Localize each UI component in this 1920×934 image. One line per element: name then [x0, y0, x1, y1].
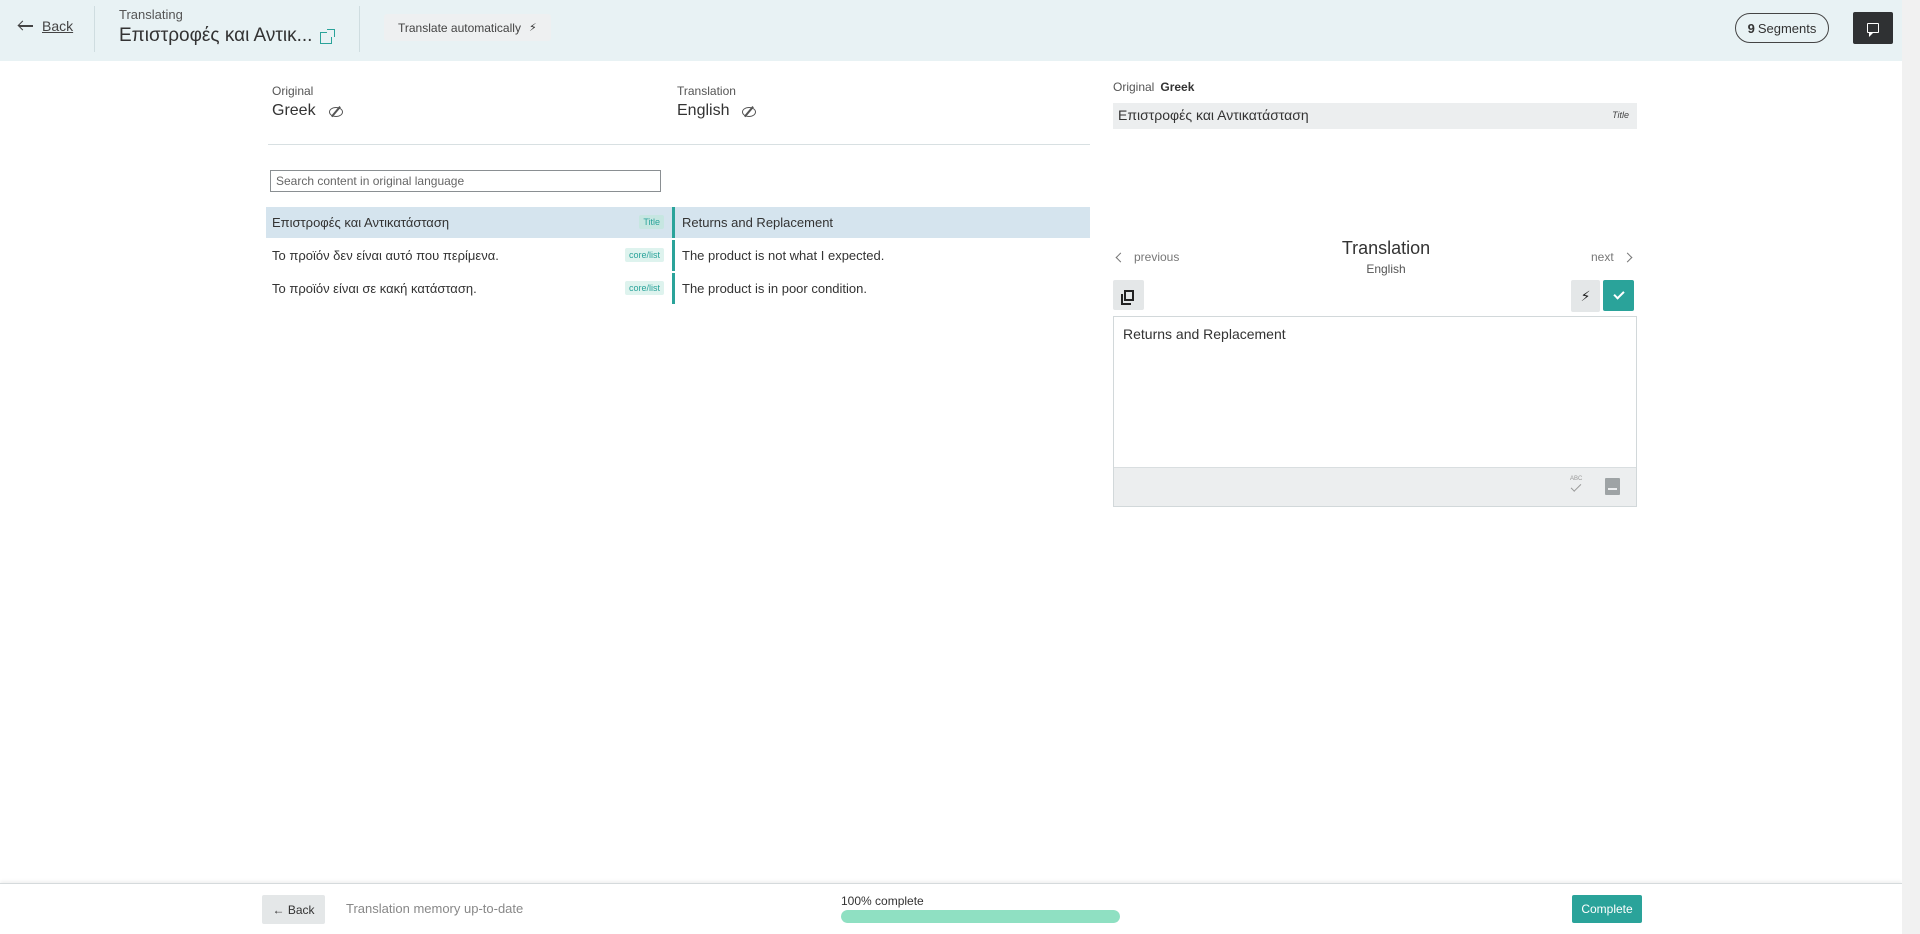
next-button[interactable]: next [1591, 250, 1633, 264]
header-divider-line [268, 144, 1090, 145]
previous-button[interactable]: previous [1115, 250, 1180, 264]
segment-original-text: Επιστροφές και Αντικατάσταση [272, 215, 450, 230]
bottom-bar: ← Back Translation memory up-to-date 100… [0, 883, 1902, 934]
spellcheck-check [1570, 481, 1582, 492]
auto-translate-segment-button[interactable]: ⚡︎ [1571, 280, 1600, 312]
translation-language-name: English [677, 102, 730, 119]
progress-fill [841, 910, 1120, 923]
segments-pill[interactable]: 9 Segments [1735, 13, 1829, 43]
original-language-header: Original Greek [272, 84, 344, 120]
panel-original-box: Επιστροφές και Αντικατάσταση Title [1113, 103, 1637, 129]
segment-tag: Title [639, 215, 664, 229]
translation-editor[interactable]: Returns and Replacement ABC [1113, 316, 1637, 507]
segment-translation: The product is not what I expected. [682, 248, 885, 263]
chevron-right-icon [1622, 252, 1633, 262]
eye-off-icon[interactable] [328, 106, 344, 117]
comments-button[interactable] [1853, 12, 1893, 44]
original-language-name: Greek [272, 102, 316, 119]
segment-translation: The product is in poor condition. [682, 281, 867, 296]
eye-off-icon[interactable] [741, 106, 757, 117]
copy-icon [1120, 289, 1134, 305]
panel-original-kicker: Original [1113, 80, 1155, 94]
copy-original-button[interactable] [1113, 280, 1144, 310]
panel-translation-language: English [1366, 262, 1406, 276]
panel-original-lang: Greek [1160, 80, 1195, 94]
segment-original: Το προϊόν δεν είναι αυτό που περίμενα. c… [266, 240, 672, 271]
header-divider [359, 6, 360, 52]
chat-icon [1867, 23, 1879, 37]
doc-kicker: Translating [119, 7, 183, 22]
editor-toolbar: ABC [1114, 467, 1636, 506]
panel-original-label: Original Greek [1113, 80, 1194, 94]
translation-memory-status: Translation memory up-to-date [346, 901, 524, 916]
original-kicker: Original [272, 84, 314, 98]
original-language: Greek [272, 102, 344, 120]
segment-tag: core/list [624, 281, 664, 295]
check-icon [1612, 288, 1625, 300]
header-divider [94, 6, 95, 52]
search-input[interactable] [270, 170, 661, 192]
segment-original-text: Το προϊόν δεν είναι αυτό που περίμενα. [272, 248, 499, 263]
segment-row[interactable]: Το προϊόν είναι σε κακή κατάσταση. core/… [266, 273, 1090, 304]
doc-title: Επιστροφές και Αντικ... [119, 25, 336, 47]
top-header: Back Translating Επιστροφές και Αντικ...… [0, 0, 1902, 61]
translation-language: English [677, 102, 757, 120]
translate-automatically-label: Translate automatically [398, 20, 521, 35]
previous-label: previous [1134, 250, 1180, 264]
editor-text[interactable]: Returns and Replacement [1123, 326, 1286, 342]
doc-title-text: Επιστροφές και Αντικ... [119, 25, 313, 46]
segments-label: Segments [1757, 20, 1817, 36]
spellcheck-icon[interactable]: ABC [1568, 476, 1584, 496]
translation-kicker: Translation [677, 84, 736, 98]
segment-translation: Returns and Replacement [682, 215, 834, 230]
footer-back-button[interactable]: ← Back [262, 895, 325, 924]
back-link[interactable]: Back [18, 18, 73, 34]
panel-original-text: Επιστροφές και Αντικατάσταση [1118, 107, 1309, 123]
segment-original: Επιστροφές και Αντικατάσταση Title [266, 207, 672, 238]
back-label: Back [42, 18, 74, 34]
bolt-icon: ⚡︎ [1580, 287, 1591, 304]
confirm-button[interactable] [1603, 280, 1634, 311]
translate-automatically-button[interactable]: Translate automatically ⚡︎ [384, 14, 551, 41]
segment-original-text: Το προϊόν είναι σε κακή κατάσταση. [272, 281, 477, 296]
next-label: next [1591, 250, 1614, 264]
translation-language-header: Translation English [677, 84, 757, 120]
segments-count: 9 [1747, 20, 1755, 36]
scrollbar[interactable] [1902, 0, 1920, 934]
arrow-left-icon [18, 21, 34, 31]
progress-label: 100% complete [841, 894, 924, 908]
external-link-icon[interactable] [320, 29, 336, 44]
segment-original: Το προϊόν είναι σε κακή κατάσταση. core/… [266, 273, 672, 304]
complete-button[interactable]: Complete [1572, 895, 1642, 923]
book-icon[interactable] [1605, 478, 1620, 495]
panel-original-tag: Title [1612, 110, 1629, 120]
panel-translation-heading: Translation [1341, 238, 1431, 258]
chevron-left-icon [1115, 252, 1126, 262]
segment-row[interactable]: Επιστροφές και Αντικατάσταση Title Retur… [266, 207, 1090, 238]
bolt-icon: ⚡︎ [528, 22, 537, 34]
progress-bar [841, 910, 1120, 923]
segment-row[interactable]: Το προϊόν δεν είναι αυτό που περίμενα. c… [266, 240, 1090, 271]
segment-tag: core/list [624, 248, 664, 262]
